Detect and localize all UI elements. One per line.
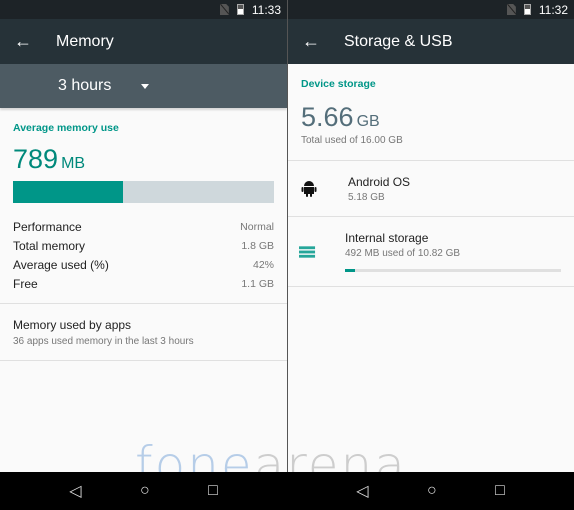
stat-row: Free 1.1 GB — [13, 274, 274, 293]
stat-key: Average used (%) — [13, 257, 109, 272]
stat-value: 1.1 GB — [241, 277, 274, 290]
stat-value: 42% — [252, 258, 274, 271]
dropdown-caret-icon — [141, 83, 150, 89]
status-time: 11:33 — [251, 2, 281, 17]
home-nav-icon[interactable]: ○ — [140, 482, 150, 500]
android-os-size: 5.18 GB — [348, 192, 385, 203]
android-icon — [301, 181, 317, 197]
internal-storage-item[interactable]: Internal storage 492 MB used of 10.82 GB — [288, 217, 574, 286]
back-nav-icon[interactable]: ◁ — [69, 481, 81, 501]
storage-used-value: 5.66 GB — [301, 102, 561, 133]
toolbar: ← Storage & USB — [288, 19, 574, 64]
recents-nav-icon[interactable]: □ — [495, 482, 505, 500]
status-bar: 11:33 — [0, 0, 287, 19]
android-os-title: Android OS — [348, 175, 411, 189]
back-nav-icon[interactable]: ◁ — [356, 481, 368, 501]
divider — [0, 360, 287, 361]
stat-value: Normal — [240, 220, 274, 233]
divider — [288, 286, 574, 287]
page-title: Storage & USB — [344, 32, 453, 50]
android-os-item[interactable]: Android OS 5.18 GB — [288, 161, 574, 216]
no-sim-icon — [219, 4, 229, 15]
internal-storage-text: Internal storage 492 MB used of 10.82 GB — [345, 231, 561, 272]
battery-icon — [236, 4, 244, 15]
status-time: 11:32 — [538, 2, 568, 17]
storage-number: 5.66 — [301, 102, 354, 132]
battery-icon — [523, 4, 531, 15]
back-arrow-icon[interactable]: ← — [0, 31, 56, 52]
stat-row: Average used (%) 42% — [13, 255, 274, 274]
status-bar: 11:32 — [288, 0, 574, 19]
memory-usage-bar — [13, 181, 274, 203]
apps-title: Memory used by apps — [13, 318, 132, 332]
stat-key: Performance — [13, 219, 82, 234]
average-memory-label: Average memory use — [13, 122, 119, 134]
nav-right: ◁ ○ □ — [287, 472, 574, 510]
device-storage-section: Device storage 5.66 GB Total used of 16.0… — [288, 64, 574, 160]
stat-row: Performance Normal — [13, 217, 274, 236]
back-arrow-icon[interactable]: ← — [288, 31, 344, 52]
memory-number: 789 — [13, 144, 59, 174]
storage-total-subtitle: Total used of 16.00 GB — [301, 135, 403, 146]
storage-screen: 11:32 ← Storage & USB Device storage 5.6… — [287, 0, 574, 510]
device-storage-label: Device storage — [301, 78, 376, 90]
recents-nav-icon[interactable]: □ — [208, 482, 218, 500]
page-title: Memory — [56, 32, 114, 50]
memory-unit: MB — [61, 155, 86, 172]
storage-unit: GB — [356, 113, 380, 130]
memory-usage-fill — [13, 181, 123, 203]
nav-left: ◁ ○ □ — [0, 472, 287, 510]
android-os-text: Android OS 5.18 GB — [348, 175, 410, 203]
memory-used-by-apps-item[interactable]: Memory used by apps 36 apps used memory … — [0, 304, 287, 360]
no-sim-icon — [506, 4, 516, 15]
apps-subtitle: 36 apps used memory in the last 3 hours — [13, 336, 194, 347]
average-memory-section: Average memory use 789 MB Performance Norm… — [0, 108, 287, 293]
stat-value: 1.8 GB — [241, 239, 274, 252]
internal-storage-fill — [345, 269, 355, 272]
time-range-value: 3 hours — [58, 77, 112, 94]
navigation-bar: ◁ ○ □ ◁ ○ □ — [0, 472, 574, 510]
memory-screen: 11:33 ← Memory 3 hours Average memory us… — [0, 0, 287, 510]
internal-storage-title: Internal storage — [345, 231, 429, 245]
memory-stats: Performance Normal Total memory 1.8 GB Ave… — [13, 217, 274, 293]
internal-storage-subtitle: 492 MB used of 10.82 GB — [345, 248, 461, 259]
internal-storage-bar — [345, 269, 561, 272]
toolbar: ← Memory — [0, 19, 287, 64]
home-nav-icon[interactable]: ○ — [427, 482, 437, 500]
average-memory-value: 789 MB — [13, 144, 274, 175]
storage-icon — [299, 245, 316, 258]
stat-key: Total memory — [13, 238, 86, 253]
stat-key: Free — [13, 276, 38, 291]
time-range-dropdown[interactable]: 3 hours — [0, 64, 287, 108]
stat-row: Total memory 1.8 GB — [13, 236, 274, 255]
